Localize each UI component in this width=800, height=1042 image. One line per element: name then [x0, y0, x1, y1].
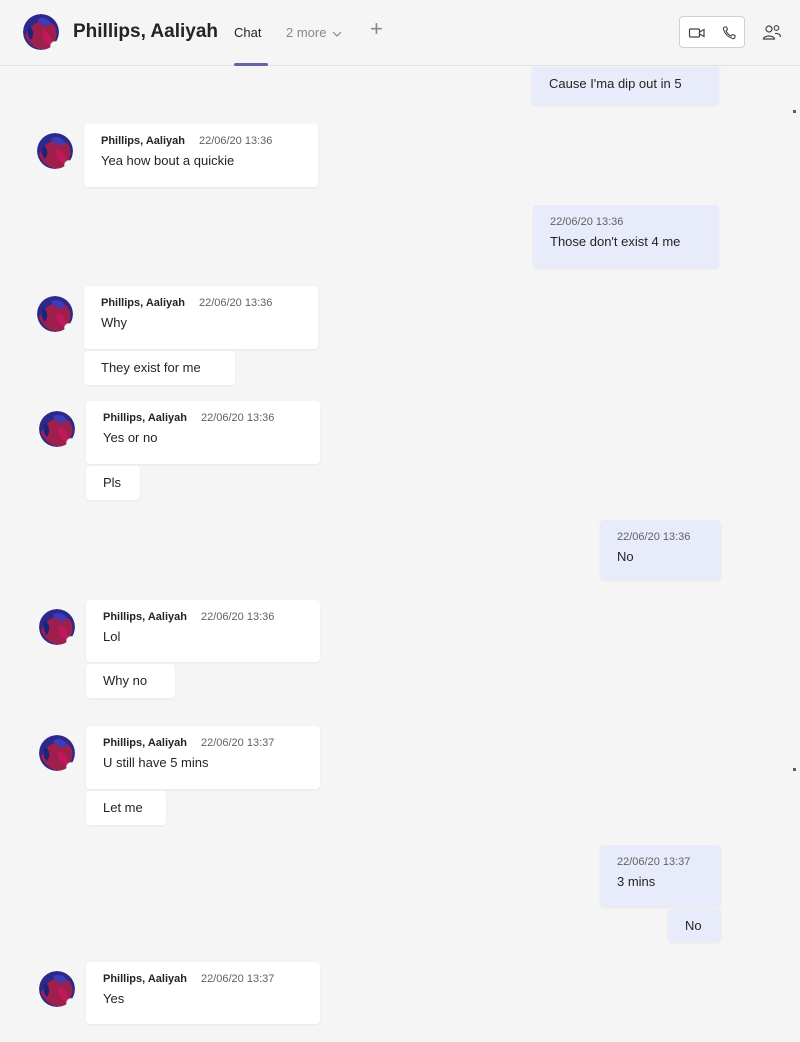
my-message[interactable]: 22/06/20 13:36 No — [600, 520, 721, 580]
message-text: U still have 5 mins — [103, 755, 209, 770]
presence-status-icon — [66, 762, 75, 771]
their-message[interactable]: Phillips, Aaliyah 22/06/20 13:37 Yes — [86, 962, 320, 1024]
their-message[interactable]: Phillips, Aaliyah 22/06/20 13:36 Lol — [86, 600, 320, 662]
message-timestamp: 22/06/20 13:37 — [200, 737, 275, 749]
scrollbar-marker[interactable] — [793, 768, 796, 771]
sender-name: Phillips, Aaliyah — [101, 135, 185, 147]
video-call-icon[interactable] — [688, 24, 706, 42]
message-text: Yes or no — [103, 430, 158, 445]
message-text: Why no — [103, 673, 148, 688]
avatar[interactable] — [39, 735, 75, 771]
their-message[interactable]: They exist for me — [84, 351, 235, 385]
message-text: 3 mins — [617, 874, 656, 889]
people-icon[interactable] — [761, 22, 783, 44]
their-message[interactable]: Pls — [86, 466, 140, 500]
more-tabs-dropdown[interactable]: 2 more — [286, 25, 342, 40]
chat-header: Phillips, Aaliyah Chat 2 more + — [0, 0, 800, 66]
presence-status-icon — [50, 41, 59, 50]
presence-status-icon — [66, 438, 75, 447]
message-timestamp: 22/06/20 13:36 — [200, 611, 275, 623]
message-timestamp: 22/06/20 13:36 — [198, 135, 273, 147]
tab-chat[interactable]: Chat — [234, 25, 261, 40]
presence-status-icon — [64, 160, 73, 169]
message-timestamp: 22/06/20 13:36 — [198, 297, 273, 309]
their-message[interactable]: Phillips, Aaliyah 22/06/20 13:36 Why — [84, 286, 318, 349]
sender-name: Phillips, Aaliyah — [103, 737, 187, 749]
message-text: They exist for me — [101, 360, 201, 375]
message-text: Why — [101, 315, 127, 330]
message-timestamp: 22/06/20 13:36 — [200, 412, 275, 424]
my-message[interactable]: 22/06/20 13:37 3 mins — [600, 845, 721, 907]
message-text: Yea how bout a quickie — [101, 153, 235, 168]
avatar[interactable] — [39, 971, 75, 1007]
message-timestamp: 22/06/20 13:36 — [617, 531, 691, 543]
message-text: Lol — [103, 629, 121, 644]
message-text: Let me — [103, 800, 143, 815]
sender-name: Phillips, Aaliyah — [103, 973, 187, 985]
message-text: No — [617, 549, 634, 564]
message-text: Pls — [103, 475, 122, 490]
message-timestamp: 22/06/20 13:37 — [200, 973, 275, 985]
sender-name: Phillips, Aaliyah — [103, 412, 187, 424]
audio-call-icon[interactable] — [720, 24, 738, 42]
message-timestamp: 22/06/20 13:36 — [550, 216, 624, 228]
message-timestamp: 22/06/20 13:37 — [617, 856, 691, 868]
my-message[interactable]: No — [668, 909, 721, 942]
chat-title[interactable]: Phillips, Aaliyah — [73, 21, 218, 43]
more-tabs-label: 2 more — [286, 25, 327, 40]
sender-name: Phillips, Aaliyah — [103, 611, 187, 623]
message-text: No — [685, 918, 702, 933]
scrollbar-marker[interactable] — [793, 110, 796, 113]
message-text: Those don't exist 4 me — [550, 234, 681, 249]
avatar[interactable] — [39, 609, 75, 645]
their-message[interactable]: Phillips, Aaliyah 22/06/20 13:36 Yes or n… — [86, 401, 320, 464]
avatar[interactable] — [23, 14, 59, 50]
my-message[interactable]: 22/06/20 13:36 Those don't exist 4 me — [533, 205, 719, 268]
their-message[interactable]: Let me — [86, 791, 166, 825]
their-message[interactable]: Phillips, Aaliyah 22/06/20 13:37 U still … — [86, 726, 320, 789]
call-button-group — [679, 16, 745, 48]
sender-name: Phillips, Aaliyah — [101, 297, 185, 309]
message-text: Cause I'ma dip out in 5 — [549, 76, 682, 91]
avatar[interactable] — [37, 296, 73, 332]
active-tab-indicator — [234, 63, 268, 66]
presence-status-icon — [66, 998, 75, 1007]
avatar[interactable] — [37, 133, 73, 169]
message-text: Yes — [103, 991, 125, 1006]
add-tab-button[interactable]: + — [370, 18, 383, 40]
avatar[interactable] — [39, 411, 75, 447]
presence-status-icon — [64, 323, 73, 332]
chevron-down-icon — [332, 31, 342, 37]
their-message[interactable]: Why no — [86, 664, 175, 698]
their-message[interactable]: Phillips, Aaliyah 22/06/20 13:36 Yea how … — [84, 124, 318, 187]
presence-status-icon — [66, 636, 75, 645]
my-message[interactable]: Cause I'ma dip out in 5 — [532, 67, 719, 105]
